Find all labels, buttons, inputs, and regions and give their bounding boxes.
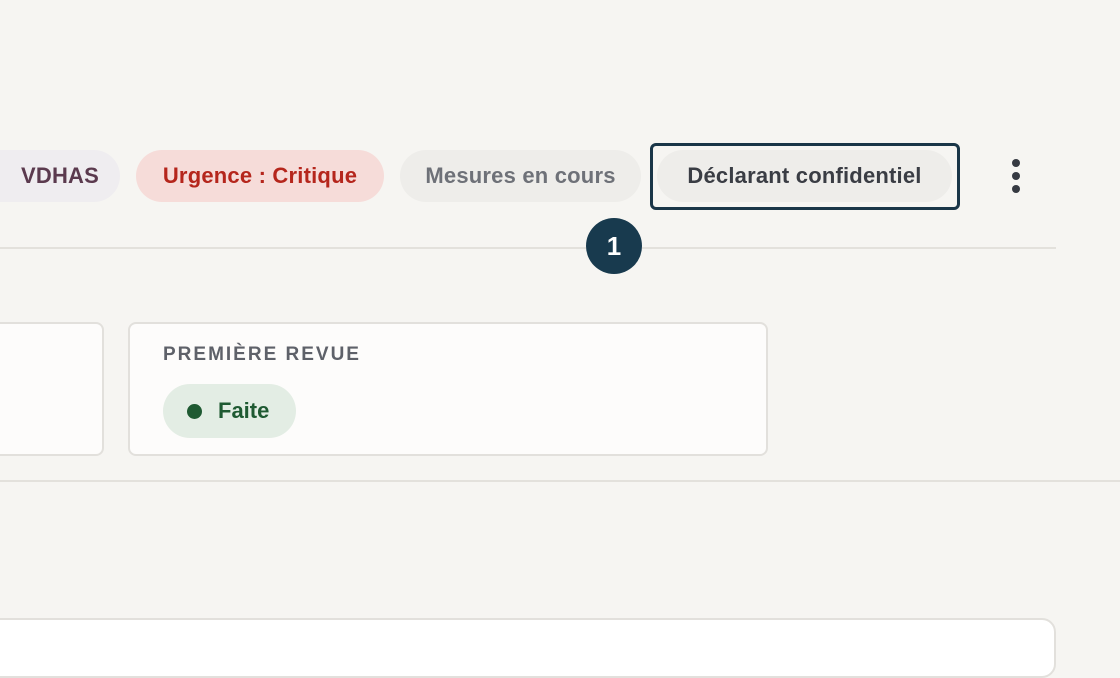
tag-chip-mesures-label: Mesures en cours [425,163,616,188]
tag-chip-mesures[interactable]: Mesures en cours [400,150,641,202]
kebab-vertical-icon [1012,159,1020,167]
tag-chip-urgence-label: Urgence : Critique [162,163,358,188]
step-number-badge: 1 [586,218,642,274]
step-number: 1 [606,230,622,261]
status-text: Faite [218,398,270,423]
tag-chip-vdhas[interactable]: VDHAS [0,150,120,202]
premiere-revue-label: PREMIÈRE REVUE [163,344,361,365]
premiere-revue-card: PREMIÈRE REVUE Faite [128,322,768,456]
kebab-vertical-icon [1012,185,1020,193]
bottom-panel [0,618,1056,678]
tag-chip-vdhas-label: VDHAS [20,163,99,188]
info-card-left [0,322,104,456]
status-dot-icon [187,403,202,419]
more-options-button[interactable] [996,156,1036,196]
tag-chip-urgence[interactable]: Urgence : Critique [136,150,384,202]
tag-chip-declarant-label: Déclarant confidentiel [687,163,922,188]
status-badge: Faite [163,384,297,438]
section-divider [0,480,1120,482]
kebab-vertical-icon [1012,172,1020,180]
tag-chip-declarant[interactable]: Déclarant confidentiel [657,150,952,202]
section-divider [0,247,1056,249]
